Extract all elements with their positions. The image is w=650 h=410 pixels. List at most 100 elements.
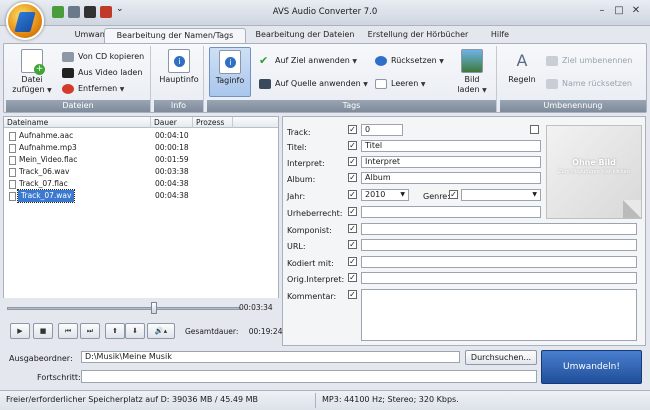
name-ruecksetzen-button[interactable]: Name rücksetzen xyxy=(546,77,632,91)
durchsuchen-button[interactable]: Durchsuchen... xyxy=(465,350,537,365)
play-button[interactable]: ▶ xyxy=(10,323,30,339)
app-logo-icon[interactable] xyxy=(6,2,44,40)
table-row[interactable]: Track_06.wav 00:03:38 xyxy=(4,166,278,178)
file-icon xyxy=(9,180,16,189)
titel-checkbox[interactable]: ✓ xyxy=(348,141,357,150)
genre-select[interactable]: ▼ xyxy=(461,189,541,201)
urheberrecht-input[interactable] xyxy=(361,206,541,218)
auf-quelle-button[interactable]: Auf Quelle anwenden ▼ xyxy=(259,77,368,91)
kodiert-label: Kodiert mit: xyxy=(287,259,334,268)
ausgabeordner-input[interactable]: D:\Musik\Meine Musik xyxy=(81,351,460,363)
album-input[interactable]: Album xyxy=(361,172,541,184)
genre-checkbox[interactable]: ✓ xyxy=(449,190,458,199)
album-checkbox[interactable]: ✓ xyxy=(348,173,357,182)
file-duration: 00:01:59 xyxy=(155,155,189,164)
kodiert-checkbox[interactable]: ✓ xyxy=(348,257,357,266)
file-duration: 00:04:38 xyxy=(155,179,189,188)
leeren-button[interactable]: Leeren ▼ xyxy=(375,77,425,91)
name-reset-icon xyxy=(546,79,558,89)
kodiert-input[interactable] xyxy=(361,256,637,268)
komponist-checkbox[interactable]: ✓ xyxy=(348,224,357,233)
urheberrecht-label: Urheberrecht: xyxy=(287,209,343,218)
rename-icon xyxy=(546,56,558,66)
column-prozess[interactable]: Prozess xyxy=(193,117,233,128)
cover-image-placeholder[interactable]: Ohne Bild Zum Hinzufügen hier klicken xyxy=(546,125,642,219)
regeln-button[interactable]: A Regeln xyxy=(502,49,542,85)
column-dauer[interactable]: Dauer xyxy=(151,117,193,128)
ziel-umbenennen-label: Ziel umbenennen xyxy=(562,56,633,65)
interpret-checkbox[interactable]: ✓ xyxy=(348,157,357,166)
entfernen-button[interactable]: Entfernen ▼ xyxy=(62,82,124,96)
orig-interpret-input[interactable] xyxy=(361,272,637,284)
table-row[interactable]: Track_07.wav 00:04:38 xyxy=(4,189,278,203)
table-row[interactable]: Mein_Video.flac 00:01:59 xyxy=(4,154,278,166)
status-storage: Freier/erforderlicher Speicherplatz auf … xyxy=(6,395,259,404)
maximize-icon[interactable]: □ xyxy=(611,4,627,19)
kommentar-textarea[interactable] xyxy=(361,289,637,341)
aus-video-button[interactable]: Aus Video laden xyxy=(62,66,142,80)
app-window: ⌄ AVS Audio Converter 7.0 – □ ✕ Umwandlu… xyxy=(0,0,650,410)
title-bar: ⌄ AVS Audio Converter 7.0 – □ ✕ xyxy=(0,0,650,26)
cd-icon xyxy=(62,52,74,62)
tab-hilfe[interactable]: Hilfe xyxy=(484,28,516,43)
datei-zufuegen-button[interactable]: + Datei zufügen ▼ xyxy=(10,49,54,96)
table-row[interactable]: Aufnahme.aac 00:04:10 xyxy=(4,130,278,142)
track-label: Track: xyxy=(287,128,311,137)
window-title: AVS Audio Converter 7.0 xyxy=(272,7,378,17)
table-row[interactable]: Track_07.flac 00:04:38 xyxy=(4,178,278,190)
kommentar-label: Kommentar: xyxy=(287,292,337,301)
komponist-input[interactable] xyxy=(361,223,637,235)
file-name: Track_07.flac xyxy=(19,179,68,188)
entfernen-label: Entfernen xyxy=(78,84,118,93)
ribbon-tabs: Umwandlung Bearbeitung der Namen/Tags Be… xyxy=(0,26,650,43)
seek-track[interactable] xyxy=(7,307,240,310)
move-down-button[interactable]: ⬇ xyxy=(125,323,145,339)
table-row[interactable]: Aufnahme.mp3 00:00:18 xyxy=(4,142,278,154)
volume-button[interactable]: 🔊▴ xyxy=(147,323,175,339)
kommentar-checkbox[interactable]: ✓ xyxy=(348,290,357,299)
interpret-input[interactable]: Interpret xyxy=(361,156,541,168)
taginfo-button[interactable]: i Taginfo xyxy=(209,47,251,97)
stop-button[interactable]: ■ xyxy=(33,323,53,339)
von-cd-button[interactable]: Von CD kopieren xyxy=(62,50,144,64)
track-input[interactable]: 0 xyxy=(361,124,403,136)
group-label-info: Info xyxy=(154,100,203,112)
bild-laden-button[interactable]: Bild laden ▼ xyxy=(453,49,491,96)
jahr-checkbox[interactable]: ✓ xyxy=(348,190,357,199)
gesamtdauer-text: Gesamtdauer: 00:19:24 xyxy=(185,327,282,336)
auf-ziel-label: Auf Ziel anwenden xyxy=(275,56,350,65)
minimize-icon[interactable]: – xyxy=(594,4,610,19)
file-icon xyxy=(9,156,16,165)
tab-dateien[interactable]: Bearbeitung der Dateien xyxy=(250,28,360,43)
film-icon xyxy=(62,68,74,78)
move-up-button[interactable]: ⬆ xyxy=(105,323,125,339)
hauptinfo-button[interactable]: i Hauptinfo xyxy=(156,49,202,85)
jahr-select[interactable]: 2010 ▼ xyxy=(361,189,409,201)
tab-hoerbuecher[interactable]: Erstellung der Hörbücher xyxy=(362,28,474,43)
url-input[interactable] xyxy=(361,239,637,251)
komponist-label: Komponist: xyxy=(287,226,332,235)
track-checkbox[interactable]: ✓ xyxy=(348,125,357,134)
column-dateiname[interactable]: Dateiname xyxy=(4,117,151,128)
cover-checkbox[interactable] xyxy=(530,125,539,134)
genre-label: Genre: xyxy=(423,192,450,201)
next-button[interactable]: ⏭ xyxy=(80,323,100,339)
ruecksetzen-button[interactable]: Rücksetzen ▼ xyxy=(375,54,444,68)
titel-input[interactable]: Titel xyxy=(361,140,541,152)
gesamtdauer-label: Gesamtdauer: xyxy=(185,327,239,336)
file-duration: 00:04:38 xyxy=(155,191,189,200)
url-checkbox[interactable]: ✓ xyxy=(348,240,357,249)
urheberrecht-checkbox[interactable]: ✓ xyxy=(348,207,357,216)
tab-namen-tags[interactable]: Bearbeitung der Namen/Tags xyxy=(104,28,246,43)
prev-button[interactable]: ⏮ xyxy=(58,323,78,339)
ribbon: + Datei zufügen ▼ Von CD kopieren Aus Vi… xyxy=(3,43,647,113)
auf-ziel-button[interactable]: ✔ Auf Ziel anwenden ▼ xyxy=(259,54,357,68)
umwandeln-button[interactable]: Umwandeln! xyxy=(541,350,642,384)
orig-interpret-checkbox[interactable]: ✓ xyxy=(348,273,357,282)
seek-thumb[interactable] xyxy=(150,302,157,314)
position-time: 00:03:34 xyxy=(239,303,273,312)
tag-info-icon: i xyxy=(219,50,241,74)
ziel-umbenennen-button[interactable]: Ziel umbenennen xyxy=(546,54,632,68)
file-duration: 00:03:38 xyxy=(155,167,189,176)
close-icon[interactable]: ✕ xyxy=(628,4,644,19)
